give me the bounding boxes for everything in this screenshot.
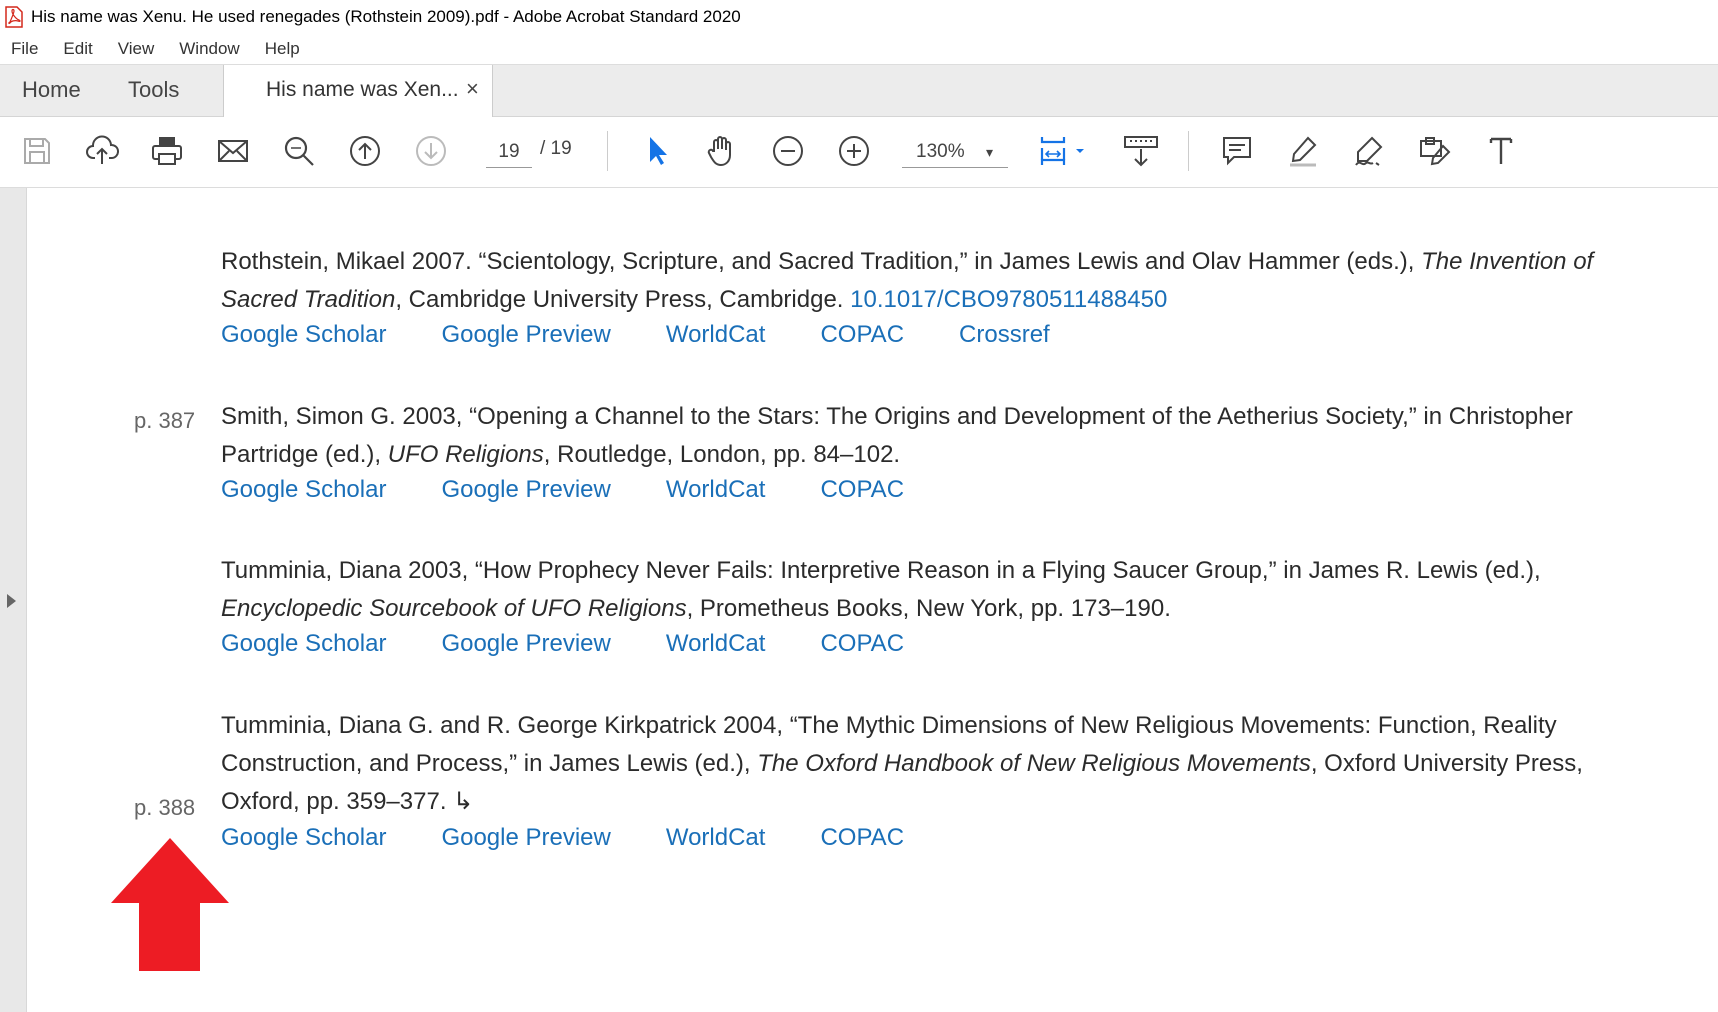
doi-link[interactable]: 10.1017/CBO9780511488450: [850, 286, 1167, 313]
save-icon[interactable]: [19, 133, 55, 169]
tab-home[interactable]: Home: [22, 77, 81, 103]
reference-text: , Routledge, London, pp. 84–102.: [543, 441, 901, 468]
worldcat-link[interactable]: WorldCat: [666, 824, 766, 852]
zoom-value: 130%: [916, 141, 965, 162]
zoom-out-icon[interactable]: [770, 133, 806, 169]
title-bar: His name was Xenu. He used renegades (Ro…: [0, 0, 1718, 34]
edit-pdf-icon[interactable]: [1417, 133, 1453, 169]
reference-entry: Rothstein, Mikael 2007. “Scientology, Sc…: [221, 243, 1661, 319]
reference-entry: Tumminia, Diana G. and R. George Kirkpat…: [221, 707, 1661, 821]
highlight-icon[interactable]: [1285, 133, 1321, 169]
select-cursor-icon[interactable]: [639, 133, 675, 169]
left-panel-toggle[interactable]: [0, 188, 27, 1012]
sign-icon[interactable]: [1351, 133, 1387, 169]
google-preview-link[interactable]: Google Preview: [441, 630, 610, 658]
menu-view[interactable]: View: [118, 39, 155, 59]
copac-link[interactable]: COPAC: [820, 824, 904, 852]
read-mode-icon[interactable]: [1121, 133, 1161, 169]
google-preview-link[interactable]: Google Preview: [441, 321, 610, 349]
tab-bar: Home Tools His name was Xen... ×: [0, 64, 1718, 118]
cloud-upload-icon[interactable]: [84, 133, 120, 169]
copac-link[interactable]: COPAC: [820, 476, 904, 504]
menu-file[interactable]: File: [11, 39, 38, 59]
menu-bar: File Edit View Window Help: [0, 34, 1718, 64]
zoom-in-icon[interactable]: [836, 133, 872, 169]
reference-text: , Prometheus Books, New York, pp. 173–19…: [686, 595, 1171, 622]
email-icon[interactable]: [215, 133, 251, 169]
reference-text: Rothstein, Mikael 2007. “Scientology, Sc…: [221, 248, 1422, 275]
zoom-select[interactable]: 130% ▾: [902, 137, 1008, 168]
close-tab-icon[interactable]: ×: [466, 76, 479, 102]
pdf-file-icon: [5, 6, 23, 28]
google-scholar-link[interactable]: Google Scholar: [221, 824, 386, 852]
crossref-link[interactable]: Crossref: [959, 321, 1050, 349]
page-total: / 19: [540, 138, 572, 159]
google-preview-link[interactable]: Google Preview: [441, 824, 610, 852]
copac-link[interactable]: COPAC: [820, 321, 904, 349]
reference-text: , Cambridge University Press, Cambridge.: [395, 286, 851, 313]
reference-links: Google Scholar Google Preview WorldCat C…: [221, 476, 959, 504]
reference-title: UFO Religions: [387, 441, 544, 468]
document-page: Rothstein, Mikael 2007. “Scientology, Sc…: [27, 188, 1718, 1012]
add-text-icon[interactable]: [1483, 133, 1519, 169]
worldcat-link[interactable]: WorldCat: [666, 630, 766, 658]
window-title: His name was Xenu. He used renegades (Ro…: [31, 7, 741, 26]
tab-tools[interactable]: Tools: [128, 77, 179, 103]
menu-help[interactable]: Help: [265, 39, 300, 59]
search-icon[interactable]: [281, 133, 317, 169]
reference-entry: Smith, Simon G. 2003, “Opening a Channel…: [221, 398, 1661, 474]
toolbar-divider: [1188, 131, 1189, 171]
google-scholar-link[interactable]: Google Scholar: [221, 630, 386, 658]
reference-links: Google Scholar Google Preview WorldCat C…: [221, 630, 959, 658]
worldcat-link[interactable]: WorldCat: [666, 321, 766, 349]
copac-link[interactable]: COPAC: [820, 630, 904, 658]
page-marker: p. 388: [134, 795, 196, 820]
chevron-down-icon: ▾: [986, 144, 994, 160]
print-icon[interactable]: [149, 133, 185, 169]
reference-title: The Oxford Handbook of New Religious Mov…: [757, 750, 1311, 777]
hand-tool-icon[interactable]: [704, 133, 740, 169]
google-scholar-link[interactable]: Google Scholar: [221, 476, 386, 504]
next-page-icon[interactable]: [413, 133, 449, 169]
page-marker: p. 387: [134, 408, 196, 433]
reference-links: Google Scholar Google Preview WorldCat C…: [221, 824, 959, 852]
menu-edit[interactable]: Edit: [63, 39, 92, 59]
reference-entry: Tumminia, Diana 2003, “How Prophecy Neve…: [221, 552, 1661, 628]
tab-document[interactable]: His name was Xen... ×: [223, 65, 493, 118]
reference-text: Tumminia, Diana 2003, “How Prophecy Neve…: [221, 557, 1541, 584]
red-arrow-annotation: [111, 838, 229, 971]
menu-window[interactable]: Window: [179, 39, 239, 59]
google-preview-link[interactable]: Google Preview: [441, 476, 610, 504]
reference-title: Encyclopedic Sourcebook of UFO Religions: [221, 595, 687, 622]
expand-panel-icon[interactable]: [7, 594, 16, 608]
google-scholar-link[interactable]: Google Scholar: [221, 321, 386, 349]
previous-page-icon[interactable]: [347, 133, 383, 169]
page-number-input[interactable]: 19: [486, 137, 532, 168]
reference-links: Google Scholar Google Preview WorldCat C…: [221, 321, 1105, 349]
toolbar: 19 / 19 130% ▾: [0, 117, 1718, 188]
fit-page-icon[interactable]: [1038, 133, 1088, 169]
comment-icon[interactable]: [1219, 133, 1255, 169]
tab-document-label: His name was Xen...: [266, 78, 459, 101]
toolbar-divider: [607, 131, 608, 171]
worldcat-link[interactable]: WorldCat: [666, 476, 766, 504]
